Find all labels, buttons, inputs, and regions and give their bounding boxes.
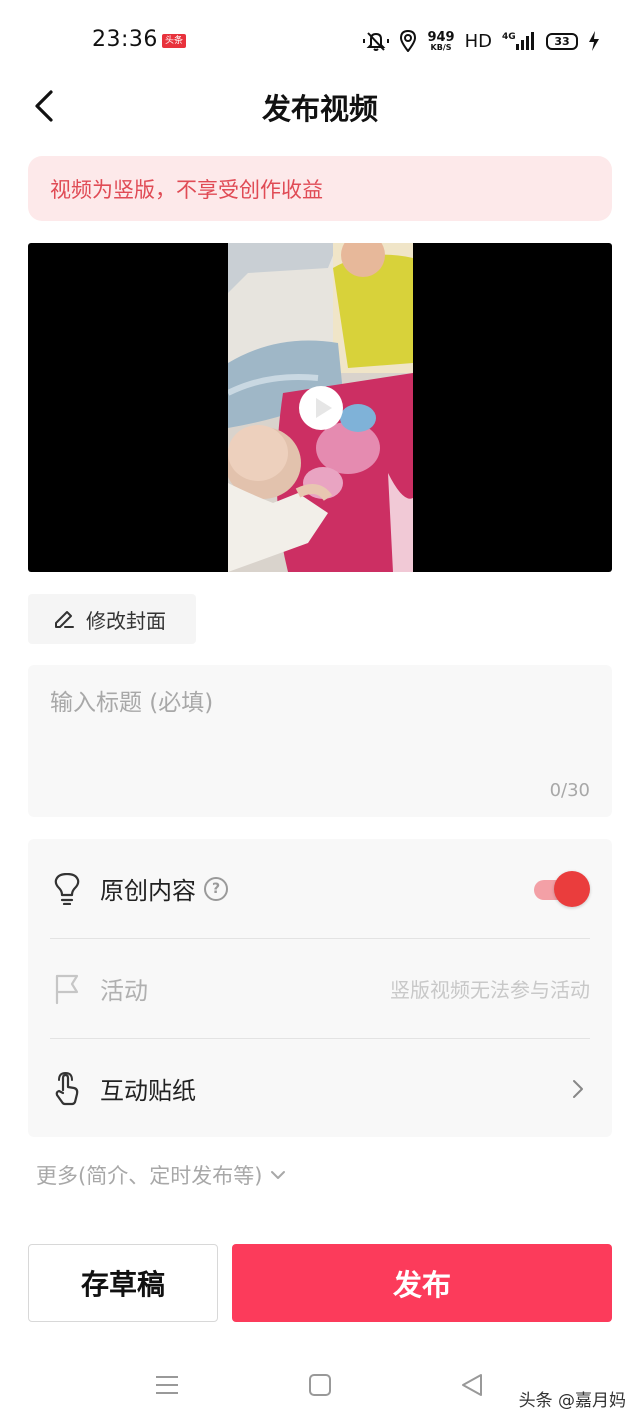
page-title: 发布视频 [261,92,378,126]
triangle-back-icon [462,1374,482,1396]
app-notification-badge: 头条 [162,34,187,48]
title-field: 0/30 [28,665,612,817]
chevron-down-icon [271,1171,286,1179]
home-nav-button[interactable] [305,1370,335,1400]
flag-icon [50,972,84,1006]
status-bar: 23:36 头条 949 KB/S HD 4G 33 [0,0,640,80]
edit-cover-label: 修改封面 [86,608,166,633]
charging-bolt-icon [588,31,600,51]
pencil-icon [55,611,74,628]
original-content-row: 原创内容 ? [50,839,590,938]
publish-button[interactable]: 发布 [232,1244,612,1322]
toggle-knob [554,870,590,907]
edit-cover-button[interactable]: 修改封面 [28,594,196,644]
hand-tap-icon [50,1071,84,1106]
video-preview[interactable] [28,243,612,572]
back-nav-button[interactable] [457,1370,487,1400]
watermark: 头条 @嘉月妈 [518,1391,626,1411]
vertical-video-warning: 视频为竖版，不享受创作收益 [28,156,612,221]
mute-bell-icon [363,30,390,52]
warning-text: 视频为竖版，不享受创作收益 [50,177,323,202]
interactive-sticker-row[interactable]: 互动贴纸 [50,1039,590,1138]
lightbulb-icon [50,872,84,906]
square-home-icon [309,1374,331,1396]
menu-nav-button[interactable] [152,1370,182,1400]
original-content-toggle[interactable] [532,869,590,909]
system-nav-bar: 头条 @嘉月妈 [0,1350,640,1422]
more-options-link[interactable]: 更多(简介、定时发布等) [36,1160,286,1190]
original-content-label: 原创内容 [100,877,196,905]
title-input[interactable] [50,685,590,721]
signal-4g-icon: 4G [502,30,536,52]
activity-hint: 竖版视频无法参与活动 [390,978,590,1002]
publish-video-screen: 23:36 头条 949 KB/S HD 4G 33 发布视频 视频为竖版，不享… [0,0,640,1422]
interactive-sticker-label: 互动贴纸 [100,1077,196,1105]
more-options-label: 更多(简介、定时发布等) [36,1164,263,1188]
hd-indicator: HD [464,30,492,52]
activity-row[interactable]: 活动 竖版视频无法参与活动 [50,939,590,1038]
publish-options: 原创内容 ? 活动 竖版视频无法参与活动 互动贴纸 [28,839,612,1137]
chevron-right-icon [573,1079,583,1098]
network-speed: 949 KB/S [427,29,455,52]
header: 发布视频 [0,80,640,136]
battery-icon: 33 [546,32,578,50]
svg-text:4G: 4G [502,32,516,42]
save-draft-button[interactable]: 存草稿 [28,1244,218,1322]
location-icon [399,30,417,52]
play-icon[interactable] [297,384,345,432]
activity-label: 活动 [100,977,148,1005]
title-char-counter: 0/30 [549,780,590,801]
menu-icon [156,1376,178,1394]
status-time: 23:36 [92,27,158,52]
help-question-icon[interactable]: ? [204,876,228,901]
status-icons: 949 KB/S HD 4G 33 [363,26,600,56]
